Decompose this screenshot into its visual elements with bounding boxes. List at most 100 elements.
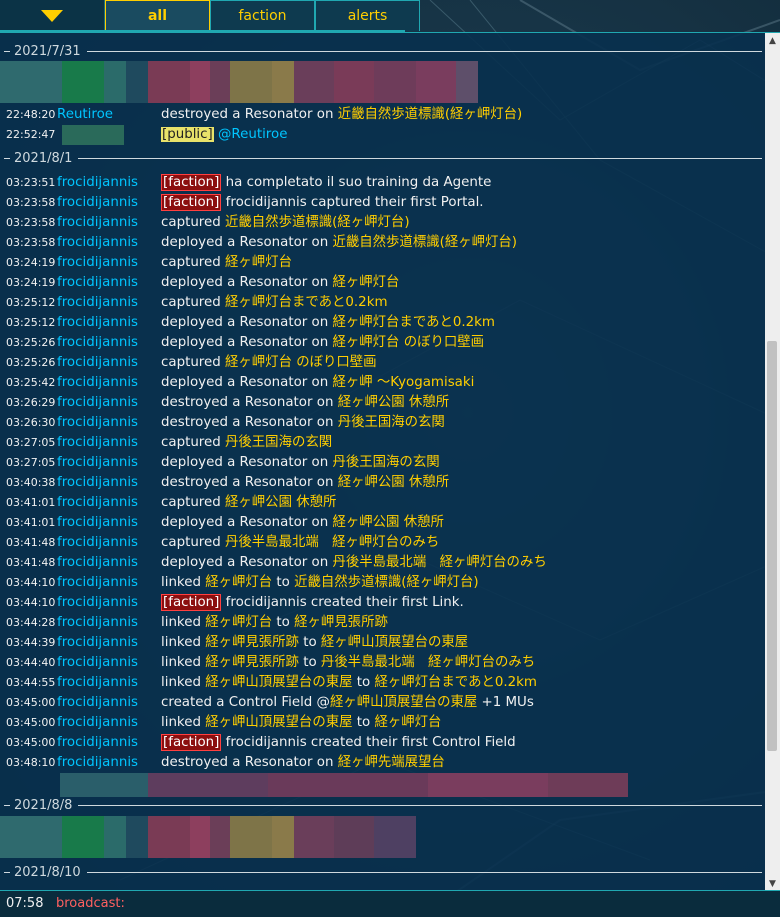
chat-input-bar[interactable]: 07:58 broadcast: <box>0 890 780 917</box>
message-nick[interactable]: frocidijannis <box>57 733 138 753</box>
portal-link[interactable]: 経ヶ岬見張所跡 <box>205 635 299 650</box>
date-divider: 2021/8/10 <box>0 862 762 882</box>
message-nick[interactable]: frocidijannis <box>57 573 138 593</box>
chat-message-row: 03:41:48 frocidijannis captured 丹後半島最北端 経ヶ… <box>0 533 765 553</box>
chat-message-row: 03:24:19 frocidijannis deployed a Resonato… <box>0 273 765 293</box>
message-nick[interactable]: frocidijannis <box>57 633 138 653</box>
portal-link[interactable]: 丹後半島最北端 経ヶ岬灯台のみち <box>321 655 535 670</box>
portal-link[interactable]: 丹後王国海の玄関 <box>332 455 439 470</box>
chat-message-row: 03:45:00 frocidijannis created a Control F… <box>0 693 765 713</box>
message-text: [public] @Reutiroe <box>161 125 287 145</box>
message-nick[interactable]: frocidijannis <box>57 453 138 473</box>
portal-link[interactable]: 経ヶ岬先端展望台 <box>338 755 445 770</box>
message-time: 03:41:48 <box>6 556 56 569</box>
message-nick[interactable]: Reutiroe <box>57 105 113 125</box>
portal-link[interactable]: 経ヶ岬公園 休憩所 <box>332 515 443 530</box>
message-nick[interactable]: frocidijannis <box>57 193 138 213</box>
date-label: 2021/8/8 <box>14 797 73 813</box>
message-nick[interactable]: frocidijannis <box>57 493 138 513</box>
message-nick[interactable]: frocidijannis <box>57 293 138 313</box>
message-nick[interactable]: frocidijannis <box>57 233 138 253</box>
portal-link[interactable]: 近畿自然歩道標識(経ヶ岬灯台) <box>338 107 523 122</box>
scroll-up-arrow-icon[interactable]: ▲ <box>765 33 780 48</box>
portal-link[interactable]: 経ヶ岬見張所跡 <box>205 655 299 670</box>
message-nick[interactable]: frocidijannis <box>57 373 138 393</box>
message-fragment: deployed a Resonator on <box>161 235 333 250</box>
portal-link[interactable]: 経ヶ岬山頂展望台の東屋 <box>205 675 352 690</box>
chat-scrollbar[interactable]: ▲ ▼ <box>765 33 780 891</box>
message-nick[interactable]: frocidijannis <box>57 313 138 333</box>
portal-link[interactable]: 丹後半島最北端 経ヶ岬灯台のみち <box>332 555 546 570</box>
portal-link[interactable]: 経ヶ岬山頂展望台の東屋 <box>330 695 477 710</box>
message-nick[interactable]: frocidijannis <box>57 753 138 773</box>
portal-link[interactable]: 経ヶ岬灯台まであと0.2km <box>332 315 494 330</box>
message-nick[interactable]: frocidijannis <box>57 533 138 553</box>
portal-link[interactable]: 経ヶ岬灯台まであと0.2km <box>374 675 536 690</box>
portal-link[interactable]: 経ヶ岬灯台 のぼり口壁画 <box>332 335 484 350</box>
chat-panel[interactable]: 2021/7/31 2021/8/1 22:48:20 Reutiroe destr… <box>0 32 780 891</box>
portal-link[interactable]: 経ヶ岬公園 休憩所 <box>338 395 449 410</box>
portal-link[interactable]: 丹後王国海の玄関 <box>338 415 445 430</box>
message-nick[interactable]: frocidijannis <box>57 433 138 453</box>
portal-link[interactable]: 丹後王国海の玄関 <box>225 435 332 450</box>
portal-link[interactable]: 経ヶ岬灯台 <box>332 275 399 290</box>
message-nick[interactable]: frocidijannis <box>57 553 138 573</box>
portal-link[interactable]: 近畿自然歩道標識(経ヶ岬灯台) <box>225 215 410 230</box>
chat-message-row: 03:23:51 frocidijannis [faction] ha comple… <box>0 173 765 193</box>
portal-link[interactable]: 経ヶ岬山頂展望台の東屋 <box>321 635 468 650</box>
message-fragment: destroyed a Resonator on <box>161 395 338 410</box>
message-text: captured 経ヶ岬公園 休憩所 <box>161 493 336 513</box>
chat-message-row: 03:44:40 frocidijannis linked 経ヶ岬見張所跡 to 丹… <box>0 653 765 673</box>
tab-faction[interactable]: faction <box>210 0 315 31</box>
message-fragment: +1 MUs <box>477 695 534 710</box>
chat-message-row: 03:23:58 frocidijannis deployed a Resonato… <box>0 233 765 253</box>
message-time: 03:44:39 <box>6 636 56 649</box>
portal-link[interactable]: 近畿自然歩道標識(経ヶ岬灯台) <box>294 575 479 590</box>
scroll-down-arrow-icon[interactable]: ▼ <box>765 876 780 891</box>
portal-link[interactable]: 近畿自然歩道標識(経ヶ岬灯台) <box>332 235 517 250</box>
portal-link[interactable]: 経ヶ岬灯台 <box>374 715 441 730</box>
chat-toggle-button[interactable] <box>0 0 105 31</box>
message-nick[interactable]: frocidijannis <box>57 473 138 493</box>
message-time: 03:44:10 <box>6 576 56 589</box>
message-nick[interactable]: frocidijannis <box>57 693 138 713</box>
message-nick[interactable]: frocidijannis <box>57 613 138 633</box>
portal-link[interactable]: 経ヶ岬灯台 <box>225 255 292 270</box>
message-text: deployed a Resonator on 経ヶ岬灯台 のぼり口壁画 <box>161 333 484 353</box>
message-fragment: to <box>272 575 295 590</box>
portal-link[interactable]: 経ヶ岬公園 休憩所 <box>338 475 449 490</box>
tab-alerts[interactable]: alerts <box>315 0 420 31</box>
message-nick[interactable]: frocidijannis <box>57 273 138 293</box>
tab-all[interactable]: all <box>105 0 210 31</box>
portal-link[interactable]: 経ヶ岬山頂展望台の東屋 <box>205 715 352 730</box>
message-nick[interactable]: frocidijannis <box>57 333 138 353</box>
mention-nick[interactable]: @Reutiroe <box>218 127 287 142</box>
portal-link[interactable]: 経ヶ岬見張所跡 <box>294 615 388 630</box>
chat-message-row: 22:52:47 [public] @Reutiroe <box>0 125 765 145</box>
portal-link[interactable]: 経ヶ岬灯台 のぼり口壁画 <box>225 355 377 370</box>
message-nick[interactable]: frocidijannis <box>57 253 138 273</box>
message-nick[interactable]: frocidijannis <box>57 213 138 233</box>
message-nick[interactable]: frocidijannis <box>57 393 138 413</box>
message-time: 03:27:05 <box>6 436 56 449</box>
portal-link[interactable]: 丹後半島最北端 経ヶ岬灯台のみち <box>225 535 439 550</box>
message-fragment: captured <box>161 255 226 270</box>
message-nick[interactable]: frocidijannis <box>57 353 138 373</box>
message-nick[interactable]: frocidijannis <box>57 513 138 533</box>
message-nick[interactable]: frocidijannis <box>57 593 138 613</box>
scrollbar-thumb[interactable] <box>767 341 777 751</box>
portal-link[interactable]: 経ヶ岬 〜Kyogamisaki <box>332 375 474 390</box>
portal-link[interactable]: 経ヶ岬灯台まであと0.2km <box>225 295 387 310</box>
portal-link[interactable]: 経ヶ岬公園 休憩所 <box>225 495 336 510</box>
message-nick[interactable]: frocidijannis <box>57 713 138 733</box>
message-text: captured 経ヶ岬灯台 のぼり口壁画 <box>161 353 377 373</box>
chat-message-row: 03:27:05 frocidijannis captured 丹後王国海の玄関 <box>0 433 765 453</box>
message-fragment: to <box>352 715 375 730</box>
message-nick[interactable]: frocidijannis <box>57 173 138 193</box>
portal-link[interactable]: 経ヶ岬灯台 <box>205 575 272 590</box>
message-fragment: destroyed a Resonator on <box>161 755 338 770</box>
message-nick[interactable]: frocidijannis <box>57 673 138 693</box>
message-nick[interactable]: frocidijannis <box>57 413 138 433</box>
portal-link[interactable]: 経ヶ岬灯台 <box>205 615 272 630</box>
message-nick[interactable]: frocidijannis <box>57 653 138 673</box>
